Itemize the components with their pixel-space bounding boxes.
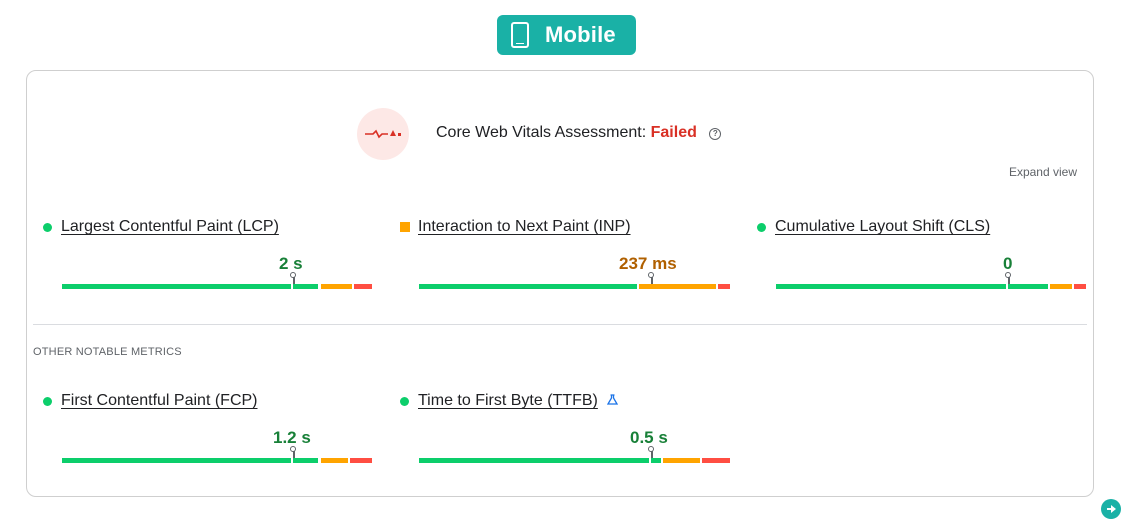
device-badge-mobile[interactable]: Mobile (497, 15, 636, 55)
bar-good-tail (293, 284, 318, 289)
bar-good-tail (1008, 284, 1048, 289)
metric-value: 237 ms (619, 254, 677, 273)
bar-poor (350, 458, 372, 463)
section-divider (33, 324, 1087, 325)
bar-good (62, 458, 291, 463)
flask-icon[interactable] (606, 394, 618, 408)
bar-good (419, 458, 649, 463)
percentile-marker (1005, 272, 1011, 284)
percentile-marker (648, 446, 654, 458)
metric-name-link[interactable]: Largest Contentful Paint (LCP) (61, 218, 279, 236)
bar-good-tail (293, 458, 318, 463)
bar-poor (1074, 284, 1086, 289)
metric-name-link[interactable]: Interaction to Next Paint (INP) (418, 218, 631, 236)
bar-good (62, 284, 291, 289)
bar-needs-improvement (639, 284, 716, 289)
bar-needs-improvement (321, 284, 352, 289)
bar-good (776, 284, 1006, 289)
percentile-marker (648, 272, 654, 284)
metric-fcp: First Contentful Paint (FCP) 1.2 s (43, 392, 372, 472)
phone-icon (511, 22, 529, 48)
metric-name-link[interactable]: Cumulative Layout Shift (CLS) (775, 218, 990, 236)
device-label: Mobile (545, 22, 616, 47)
good-status-icon (757, 222, 766, 232)
bar-needs-improvement (1050, 284, 1072, 289)
metric-value: 2 s (279, 254, 303, 273)
metric-cls: Cumulative Layout Shift (CLS) 0 (757, 218, 1086, 298)
percentile-marker (290, 272, 296, 284)
assessment-title: Core Web Vitals Assessment: Failed ? (436, 124, 722, 142)
help-icon[interactable]: ? (709, 128, 722, 140)
expand-view-link[interactable]: Expand view (1009, 165, 1077, 179)
metric-value: 0 (1003, 254, 1013, 273)
needs-improvement-status-icon (400, 222, 410, 232)
metric-ttfb: Time to First Byte (TTFB) 0.5 s (400, 392, 730, 472)
bar-good-tail (651, 458, 661, 463)
metric-value: 1.2 s (273, 428, 311, 447)
bar-needs-improvement (321, 458, 348, 463)
vitals-card: Core Web Vitals Assessment: Failed ? Exp… (26, 70, 1094, 497)
percentile-marker (290, 446, 296, 458)
metric-name-link[interactable]: Time to First Byte (TTFB) (418, 392, 598, 410)
bar-good (419, 284, 637, 289)
good-status-icon (43, 222, 52, 232)
bar-poor (354, 284, 372, 289)
good-status-icon (400, 396, 409, 406)
bar-needs-improvement (663, 458, 700, 463)
other-metrics-heading: OTHER NOTABLE METRICS (33, 346, 182, 358)
bar-poor (702, 458, 730, 463)
good-status-icon (43, 396, 52, 406)
metric-inp: Interaction to Next Paint (INP) 237 ms (400, 218, 730, 298)
next-arrow-button[interactable] (1101, 499, 1121, 519)
assessment-label: Core Web Vitals Assessment: (436, 124, 647, 141)
metric-lcp: Largest Contentful Paint (LCP) 2 s (43, 218, 372, 298)
assessment-status: Failed (650, 124, 697, 141)
metric-value: 0.5 s (630, 428, 668, 447)
vitals-pulse-icon (357, 108, 409, 160)
metric-name-link[interactable]: First Contentful Paint (FCP) (61, 392, 258, 410)
bar-poor (718, 284, 730, 289)
